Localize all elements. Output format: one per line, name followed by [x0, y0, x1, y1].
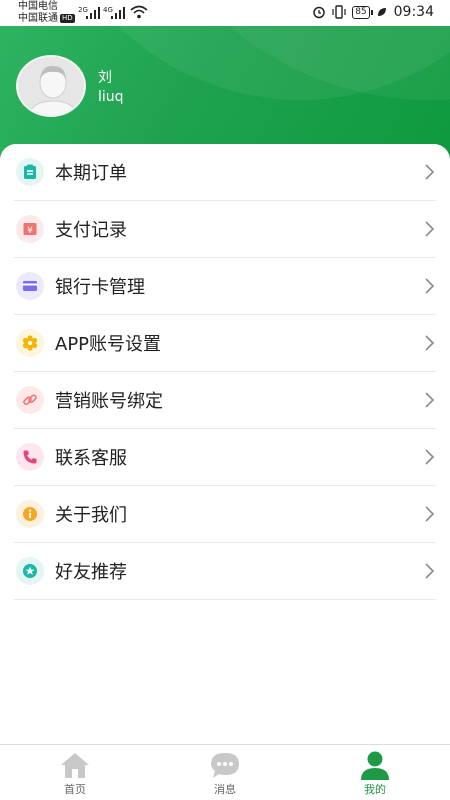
menu-item-current-orders[interactable]: 本期订单	[14, 144, 436, 201]
chevron-right-icon	[425, 506, 435, 522]
menu-card: 本期订单 ¥ 支付记录 银行卡管理 APP账号设置 营销账号绑定 联系客服 关于…	[0, 144, 450, 744]
user-icon	[361, 751, 389, 780]
carrier-1: 中国电信	[18, 1, 58, 12]
menu-item-payment-records[interactable]: ¥ 支付记录	[14, 201, 436, 258]
icon-badge	[16, 272, 44, 300]
menu-item-label: 联系客服	[55, 448, 127, 469]
chat-icon	[211, 753, 239, 778]
chevron-right-icon	[425, 449, 435, 465]
phone-icon	[23, 450, 37, 464]
menu-item-label: 本期订单	[55, 163, 127, 184]
nav-label: 首页	[64, 783, 86, 796]
chevron-right-icon	[425, 278, 435, 294]
status-right: 85 09:34	[312, 4, 434, 20]
icon-badge	[16, 386, 44, 414]
svg-text:¥: ¥	[27, 226, 33, 236]
nav-tab-home[interactable]: 首页	[0, 745, 150, 800]
icon-badge	[16, 329, 44, 357]
star-icon	[23, 564, 37, 578]
menu-item-customer-service[interactable]: 联系客服	[14, 429, 436, 486]
bottom-nav: 首页 消息 我的	[0, 744, 450, 800]
nav-label: 我的	[364, 783, 386, 796]
status-bar: 中国电信 中国联通 HD 2G 4G 85 09:34	[0, 0, 450, 26]
icon-badge	[16, 500, 44, 528]
card-icon	[23, 281, 37, 291]
clipboard-icon	[24, 164, 36, 179]
link-icon	[23, 394, 37, 406]
gear-icon	[22, 335, 38, 351]
clock: 09:34	[393, 4, 434, 20]
nav-tab-profile[interactable]: 我的	[300, 745, 450, 800]
icon-badge	[16, 557, 44, 585]
menu-item-label: APP账号设置	[55, 334, 162, 355]
wifi-icon	[130, 5, 148, 19]
user-name: 刘	[98, 70, 112, 86]
chevron-right-icon	[425, 563, 435, 579]
menu-item-label: 好友推荐	[55, 562, 127, 583]
vibrate-icon	[332, 5, 346, 19]
menu-item-label: 关于我们	[55, 505, 127, 526]
leaf-icon	[377, 8, 386, 16]
yen-icon: ¥	[23, 223, 37, 236]
menu-item-marketing-binding[interactable]: 营销账号绑定	[14, 372, 436, 429]
info-icon	[23, 507, 37, 521]
carrier-info: 中国电信 中国联通 HD	[18, 1, 75, 25]
alarm-icon	[313, 6, 325, 19]
hd-badge: HD	[60, 13, 75, 23]
signal-bars-icon	[111, 7, 127, 19]
chevron-right-icon	[425, 221, 435, 237]
menu-item-refer-friends[interactable]: 好友推荐	[14, 543, 436, 600]
menu-item-about-us[interactable]: 关于我们	[14, 486, 436, 543]
icon-badge	[16, 443, 44, 471]
chevron-right-icon	[425, 335, 435, 351]
icon-badge	[16, 158, 44, 186]
screen: 中国电信 中国联通 HD 2G 4G 85 09:34 刘 liuq 本期订单 …	[0, 0, 450, 800]
home-icon	[61, 753, 89, 778]
menu-item-label: 银行卡管理	[55, 277, 145, 298]
avatar[interactable]	[16, 55, 86, 117]
chevron-right-icon	[425, 392, 435, 408]
battery-indicator: 85	[352, 5, 374, 19]
menu-item-bank-cards[interactable]: 银行卡管理	[14, 258, 436, 315]
signal-bars-icon	[86, 7, 102, 19]
menu-item-app-account-settings[interactable]: APP账号设置	[14, 315, 436, 372]
nav-tab-messages[interactable]: 消息	[150, 745, 300, 800]
carrier-2: 中国联通	[18, 13, 58, 24]
nav-label: 消息	[214, 783, 236, 796]
menu-item-label: 支付记录	[55, 220, 127, 241]
icon-badge: ¥	[16, 215, 44, 243]
menu-item-label: 营销账号绑定	[55, 391, 163, 412]
user-account: liuq	[98, 89, 124, 105]
chevron-right-icon	[425, 164, 435, 180]
